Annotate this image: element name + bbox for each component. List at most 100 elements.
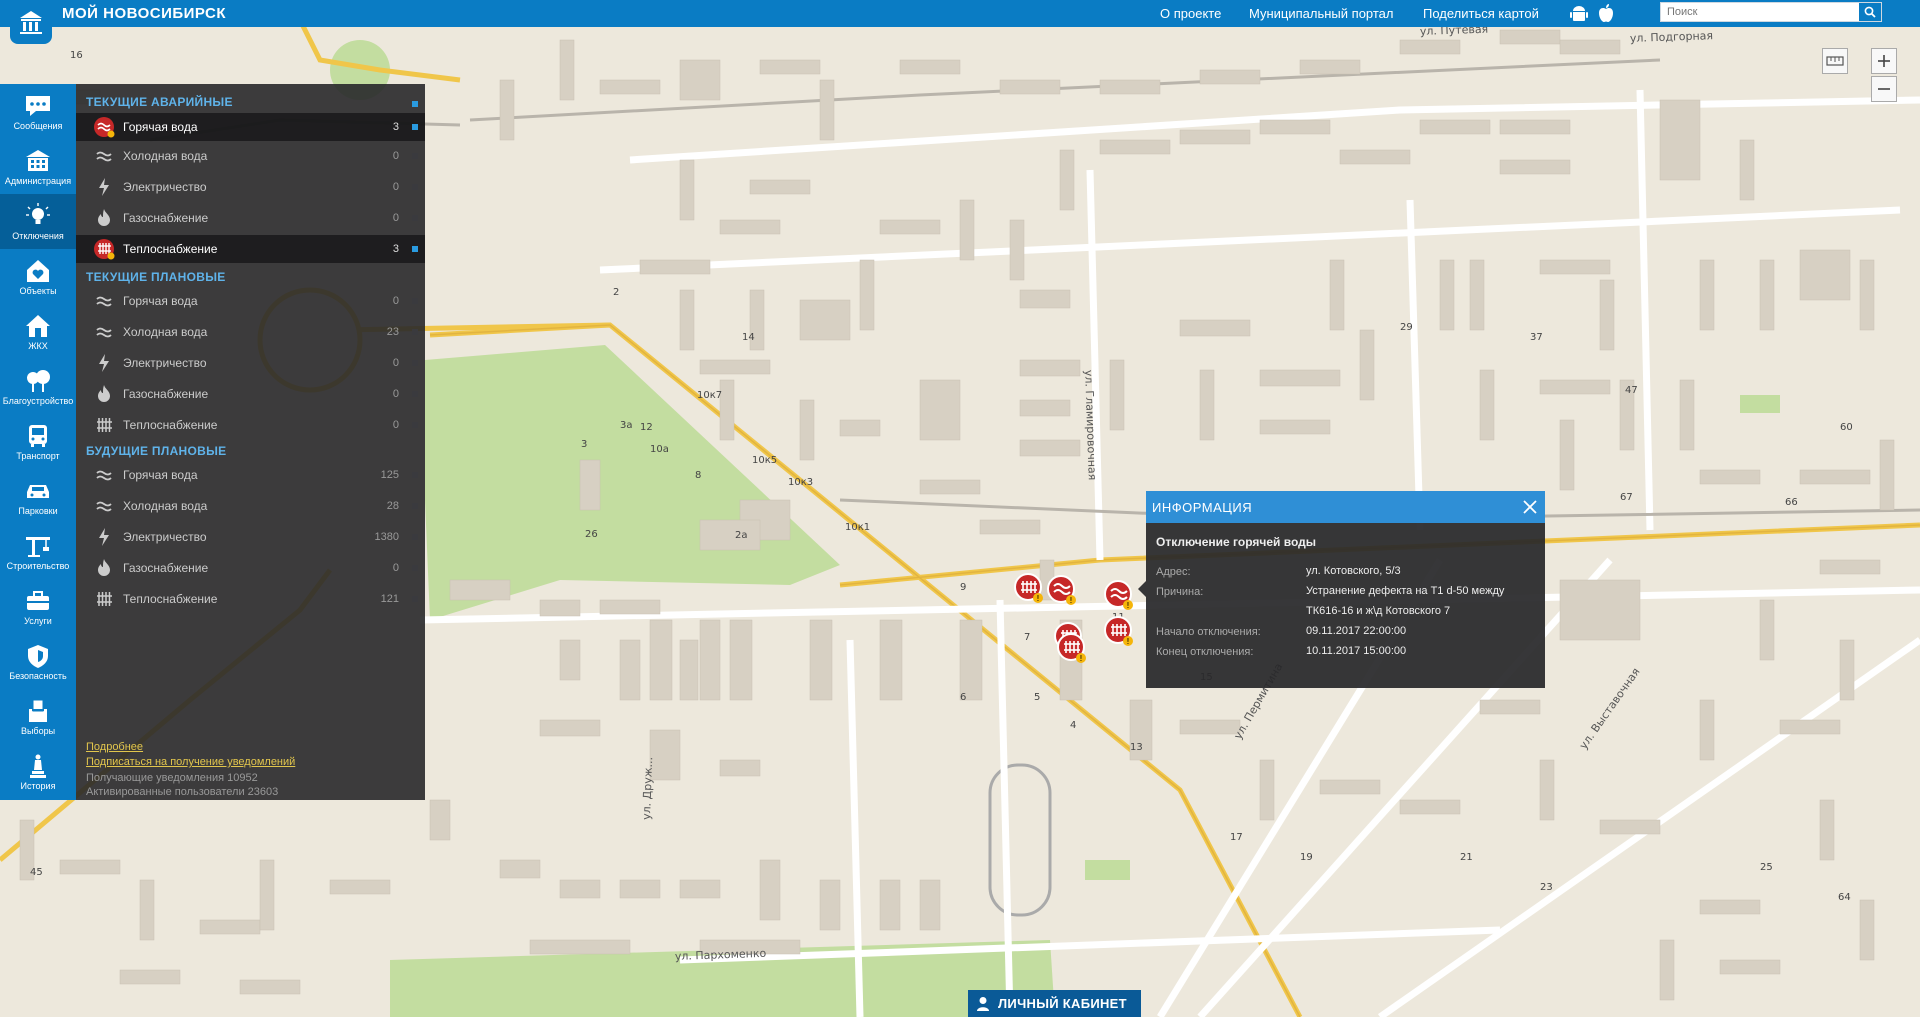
nav-construction[interactable]: Строительство [0,524,76,579]
portal-link[interactable]: Муниципальный портал [1249,6,1394,21]
heat-supply-marker[interactable]: ! [1057,633,1087,663]
house-number: 45 [30,867,43,878]
house-number: 37 [1530,332,1543,343]
about-link[interactable]: О проекте [1160,6,1221,21]
nav-security[interactable]: Безопасность [0,634,76,689]
row-count: 1380 [374,531,399,543]
row-future-gas[interactable]: Газоснабжение 0 [76,554,425,582]
city-logo[interactable] [10,0,52,44]
row-toggle[interactable] [412,124,418,130]
row-label: Теплоснабжение [123,592,218,606]
receivers-count: Получающие уведомления 10952 [86,772,258,784]
row-toggle[interactable] [412,153,418,159]
personal-cabinet-button[interactable]: ЛИЧНЫЙ КАБИНЕТ [968,990,1141,1017]
top-bar: МОЙ НОВОСИБИРСК О проекте Муниципальный … [0,0,1920,27]
row-toggle[interactable] [412,246,418,252]
nav-elections[interactable]: Выборы [0,689,76,744]
cabinet-label: ЛИЧНЫЙ КАБИНЕТ [998,996,1127,1011]
house-number: 21 [1460,852,1473,863]
row-emergency-gas[interactable]: Газоснабжение 0 [76,204,425,232]
row-toggle[interactable] [412,215,418,221]
nav-parking[interactable]: Парковки [0,469,76,524]
nav-label: Выборы [20,725,56,736]
house-number: 67 [1620,492,1633,503]
nav-history[interactable]: История [0,744,76,799]
row-planned-electricity[interactable]: Электричество 0 [76,349,425,377]
nav-housing[interactable]: ЖКХ [0,304,76,359]
row-emergency-heat[interactable]: Теплоснабжение 3 [76,235,425,263]
search-input[interactable] [1661,5,1859,19]
row-toggle[interactable] [412,391,418,397]
heat-supply-marker[interactable]: ! [1104,616,1134,646]
row-future-heat[interactable]: Теплоснабжение 121 [76,585,425,613]
row-emergency-electricity[interactable]: Электричество 0 [76,173,425,201]
house-number: 47 [1625,385,1638,396]
chat-icon [23,93,53,119]
nav-services[interactable]: Услуги [0,579,76,634]
row-planned-heat[interactable]: Теплоснабжение 0 [76,411,425,439]
more-link[interactable]: Подробнее [86,741,143,753]
heat-supply-marker[interactable]: ! [1014,573,1044,603]
row-toggle[interactable] [412,329,418,335]
row-label: Холодная вода [123,325,208,339]
android-icon[interactable] [1570,4,1588,29]
house-number: 16 [70,50,83,61]
row-count: 0 [392,388,399,400]
apple-icon[interactable] [1597,3,1615,28]
row-toggle[interactable] [412,472,418,478]
nav-messages[interactable]: Сообщения [0,84,76,139]
info-popup: ИНФОРМАЦИЯ Отключение горячей воды Адрес… [1138,491,1545,688]
house-number: 26 [585,529,598,540]
app-title[interactable]: МОЙ НОВОСИБИРСК [62,5,226,22]
row-label: Горячая вода [123,468,198,482]
row-toggle[interactable] [412,534,418,540]
nav-outages[interactable]: Отключения [0,194,76,249]
city-hall-icon [20,11,42,34]
close-button[interactable] [1521,498,1539,516]
hot-water-marker[interactable]: ! [1047,575,1077,605]
active-users-count: Активированные пользователи 23603 [86,786,279,798]
row-future-hot-water[interactable]: Горячая вода 125 [76,461,425,489]
row-toggle[interactable] [412,596,418,602]
radiator-icon [91,238,117,260]
row-count: 3 [392,243,399,255]
outages-panel: ТЕКУЩИЕ АВАРИЙНЫЕ Горячая вода 3 Холодна… [76,84,425,800]
zoom-in-button[interactable] [1871,48,1897,74]
row-count: 23 [386,326,399,338]
share-map-link[interactable]: Поделиться картой [1423,6,1539,21]
row-planned-gas[interactable]: Газоснабжение 0 [76,380,425,408]
row-toggle[interactable] [412,184,418,190]
row-future-cold-water[interactable]: Холодная вода 28 [76,492,425,520]
row-toggle[interactable] [412,565,418,571]
ruler-button[interactable] [1822,48,1848,74]
row-emergency-hot-water[interactable]: Горячая вода 3 [76,113,425,141]
row-count: 28 [386,500,399,512]
subscribe-link[interactable]: Подписаться на получение уведомлений [86,756,295,768]
row-planned-cold-water[interactable]: Холодная вода 23 [76,318,425,346]
nav-landscaping[interactable]: Благоустройство [0,359,76,414]
row-toggle[interactable] [412,298,418,304]
row-future-electricity[interactable]: Электричество 1380 [76,523,425,551]
row-toggle[interactable] [412,503,418,509]
house-number: 10а [650,444,669,455]
zoom-out-button[interactable] [1871,76,1897,102]
house-number: 19 [1300,852,1313,863]
flame-icon [91,557,117,579]
section-indicator [412,101,418,107]
search-button[interactable] [1859,3,1881,21]
hot-water-marker[interactable]: ! [1104,580,1134,610]
row-count: 0 [392,562,399,574]
nav-administration[interactable]: Администрация [0,139,76,194]
row-planned-hot-water[interactable]: Горячая вода 0 [76,287,425,315]
nav-label: История [20,780,56,791]
svg-text:!: ! [1126,637,1129,646]
nav-transport[interactable]: Транспорт [0,414,76,469]
row-toggle[interactable] [412,422,418,428]
street-label: ул. Друж... [640,757,655,820]
row-toggle[interactable] [412,360,418,366]
house-icon [23,313,53,339]
row-emergency-cold-water[interactable]: Холодная вода 0 [76,142,425,170]
nav-objects[interactable]: Объекты [0,249,76,304]
house-number: 3 [581,439,587,450]
house-number: 14 [742,332,755,343]
